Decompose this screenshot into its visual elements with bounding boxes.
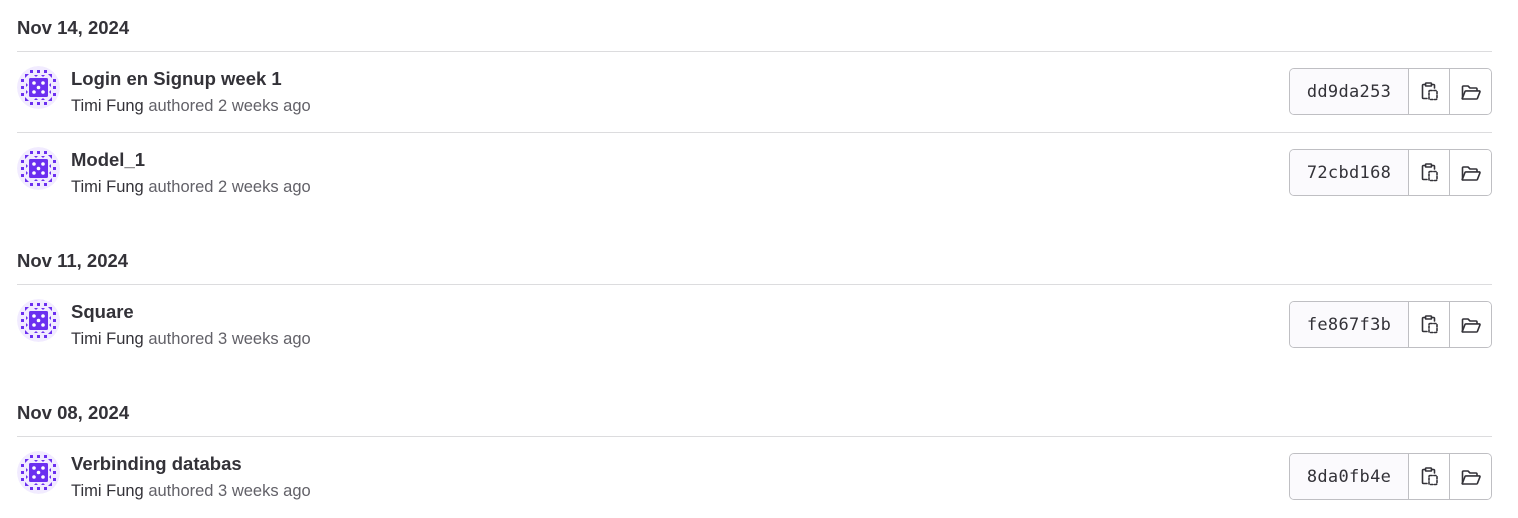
authored-text: authored 3 weeks ago xyxy=(143,330,311,348)
commit-title-link[interactable]: Model_1 xyxy=(71,149,145,171)
commit-sha-button[interactable]: 8da0fb4e xyxy=(1290,454,1409,499)
authored-text: authored 2 weeks ago xyxy=(143,178,311,196)
commit-row: Model_1 Timi Fung authored 2 weeks ago 7… xyxy=(17,133,1492,214)
folder-open-icon xyxy=(1460,82,1482,102)
browse-files-button[interactable] xyxy=(1450,454,1491,499)
commit-sha-button[interactable]: dd9da253 xyxy=(1290,69,1409,114)
commit-meta: Timi Fung authored 2 weeks ago xyxy=(71,97,311,116)
commit-actions: fe867f3b xyxy=(1289,301,1492,348)
author-link[interactable]: Timi Fung xyxy=(71,97,144,115)
commit-actions: 72cbd168 xyxy=(1289,149,1492,196)
copy-sha-button[interactable] xyxy=(1409,454,1450,499)
folder-open-icon xyxy=(1460,163,1482,183)
authored-text: authored 3 weeks ago xyxy=(143,482,311,500)
commit-row: Square Timi Fung authored 3 weeks ago fe… xyxy=(17,285,1492,366)
commit-row: Verbinding databas Timi Fung authored 3 … xyxy=(17,437,1492,518)
commit-title-link[interactable]: Login en Signup week 1 xyxy=(71,68,282,90)
browse-files-button[interactable] xyxy=(1450,302,1491,347)
day-header: Nov 08, 2024 xyxy=(17,403,1492,437)
identicon-avatar[interactable] xyxy=(17,299,60,342)
commit-actions: dd9da253 xyxy=(1289,68,1492,115)
copy-sha-button[interactable] xyxy=(1409,150,1450,195)
commit-title-link[interactable]: Verbinding databas xyxy=(71,453,242,475)
identicon-avatar[interactable] xyxy=(17,66,60,109)
author-link[interactable]: Timi Fung xyxy=(71,178,144,196)
commit-title-link[interactable]: Square xyxy=(71,301,134,323)
copy-to-clipboard-icon xyxy=(1419,81,1440,102)
commit-meta: Timi Fung authored 2 weeks ago xyxy=(71,178,311,197)
identicon-avatar[interactable] xyxy=(17,147,60,190)
day-group: Nov 08, 2024 Verbinding databas Timi Fun… xyxy=(17,403,1492,518)
copy-to-clipboard-icon xyxy=(1419,466,1440,487)
author-link[interactable]: Timi Fung xyxy=(71,330,144,348)
browse-files-button[interactable] xyxy=(1450,150,1491,195)
commit-row: Login en Signup week 1 Timi Fung authore… xyxy=(17,52,1492,133)
browse-files-button[interactable] xyxy=(1450,69,1491,114)
commit-actions: 8da0fb4e xyxy=(1289,453,1492,500)
day-header: Nov 11, 2024 xyxy=(17,251,1492,285)
copy-sha-button[interactable] xyxy=(1409,302,1450,347)
commit-sha-button[interactable]: 72cbd168 xyxy=(1290,150,1409,195)
day-header: Nov 14, 2024 xyxy=(17,18,1492,52)
identicon-avatar[interactable] xyxy=(17,451,60,494)
copy-sha-button[interactable] xyxy=(1409,69,1450,114)
folder-open-icon xyxy=(1460,467,1482,487)
commit-meta: Timi Fung authored 3 weeks ago xyxy=(71,482,311,501)
folder-open-icon xyxy=(1460,315,1482,335)
day-group: Nov 14, 2024 Login en Signup week 1 Timi… xyxy=(17,18,1492,214)
day-group: Nov 11, 2024 Square Timi Fung authored 3… xyxy=(17,251,1492,366)
commit-meta: Timi Fung authored 3 weeks ago xyxy=(71,330,311,349)
commit-sha-button[interactable]: fe867f3b xyxy=(1290,302,1409,347)
author-link[interactable]: Timi Fung xyxy=(71,482,144,500)
copy-to-clipboard-icon xyxy=(1419,314,1440,335)
copy-to-clipboard-icon xyxy=(1419,162,1440,183)
authored-text: authored 2 weeks ago xyxy=(143,97,311,115)
